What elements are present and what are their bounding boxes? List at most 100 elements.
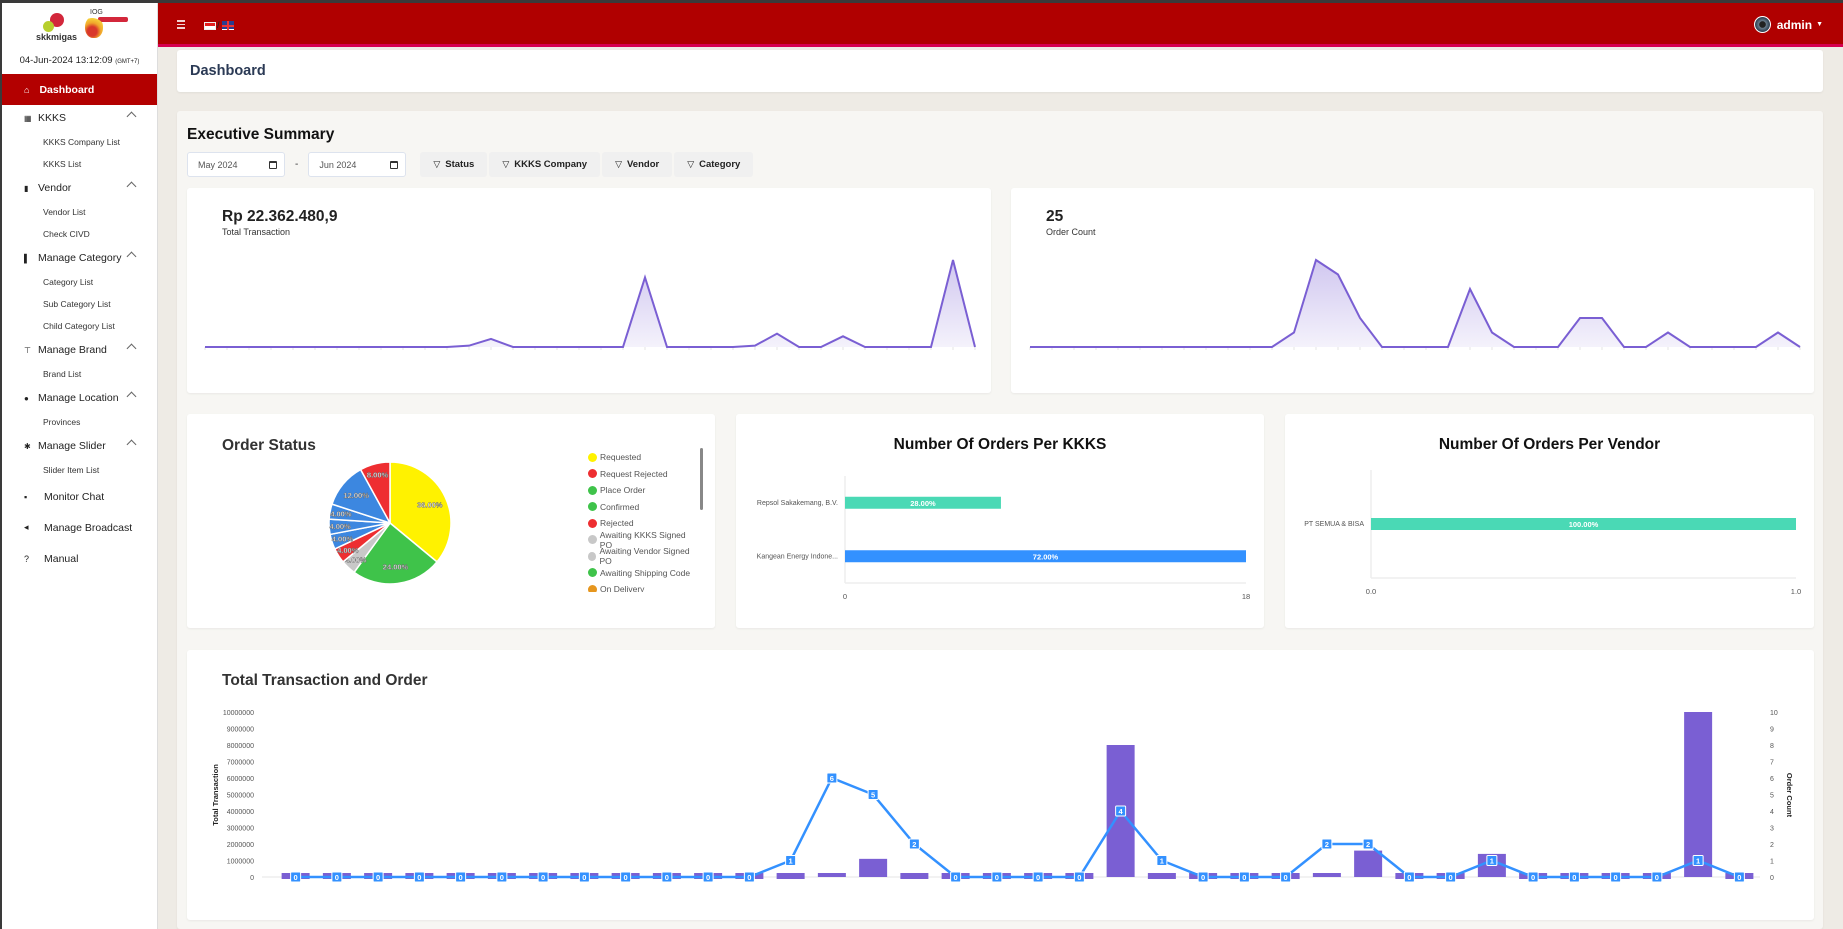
legend-item[interactable]: Awaiting Vendor Signed PO <box>588 546 698 567</box>
chevron-up-icon[interactable] <box>126 181 137 192</box>
user-menu[interactable]: admin ▼ <box>1753 16 1823 33</box>
pie-slice-label: 4.00% <box>329 522 351 531</box>
filter-label: Category <box>699 159 741 170</box>
sparkline-area <box>205 260 975 347</box>
pie-slice-label: 4.00% <box>330 510 352 519</box>
chevron-up-icon[interactable] <box>126 251 137 262</box>
legend-item[interactable]: Confirmed <box>588 499 698 516</box>
y-tick-label: 8000000 <box>227 743 254 750</box>
y-tick-label: 4000000 <box>227 809 254 816</box>
bar-label: 100.00% <box>1569 520 1599 529</box>
filter-category-button[interactable]: ▽ Category <box>674 152 754 177</box>
sidebar-item-label: Manual <box>44 552 79 565</box>
transaction-bar <box>817 873 846 877</box>
filter-icon: ▽ <box>502 159 510 169</box>
legend-label: Awaiting Vendor Signed PO <box>599 546 690 567</box>
chevron-up-icon[interactable] <box>126 111 137 122</box>
datetime-text: 04-Jun-2024 13:12:09 <box>19 55 113 66</box>
sidebar-item-manual[interactable]: ? Manual <box>2 543 157 574</box>
legend-swatch <box>588 584 597 592</box>
sidebar-item-monitor-chat[interactable]: ▪ Monitor Chat <box>2 481 157 512</box>
filter-label: Vendor <box>627 159 660 170</box>
filter-label: KKKS Company <box>514 159 588 170</box>
topbar: / admin ▼ <box>158 3 1843 47</box>
sidebar-item-slider-item-list[interactable]: Slider Item List <box>2 459 157 481</box>
legend-item[interactable]: Request Rejected <box>588 466 698 483</box>
y-tick-label: 6000000 <box>227 776 254 783</box>
pie-slice-label: 24.00% <box>383 563 409 572</box>
legend-item[interactable]: On Delivery <box>588 581 698 592</box>
filter-label: Status <box>445 159 475 170</box>
sidebar-group-kkks[interactable]: ▦ KKKS <box>2 105 157 131</box>
order-count-label: 2 <box>912 840 916 849</box>
bar-label: 72.00% <box>1033 552 1059 561</box>
legend-swatch <box>588 502 597 512</box>
y-tick-label: 10000000 <box>223 710 254 717</box>
date-to-input[interactable]: Jun 2024 <box>308 152 407 177</box>
menu-toggle-icon[interactable] <box>177 20 185 29</box>
sidebar-item-manage-broadcast[interactable]: ◂ Manage Broadcast <box>2 512 157 543</box>
legend-label: Place Order <box>600 485 646 496</box>
legend-swatch <box>588 518 597 528</box>
indonesian-flag-icon[interactable] <box>204 22 216 30</box>
sidebar-group-label: Manage Slider <box>38 440 106 452</box>
transaction-order-chart: 0100000020000003000000400000050000006000… <box>211 710 1794 883</box>
order-count-label: 0 <box>417 873 421 882</box>
sidebar-group-manage-category[interactable]: ▌ Manage Category <box>2 245 157 271</box>
filter-status-button[interactable]: ▽ Status <box>420 152 488 177</box>
sidebar-group-vendor[interactable]: ▮ Vendor <box>2 175 157 201</box>
order-count-label: 0 <box>1572 873 1576 882</box>
order-count-label: 0 <box>1449 873 1453 882</box>
pie-slice-label: 4.00% <box>332 534 354 543</box>
order-count-label: 0 <box>995 873 999 882</box>
chevron-up-icon[interactable] <box>126 343 137 354</box>
question-icon: ? <box>24 553 30 564</box>
sidebar-item-dashboard[interactable]: ⌂ Dashboard <box>2 74 157 105</box>
sidebar-item-vendor-list[interactable]: Vendor List <box>2 201 157 223</box>
legend-swatch <box>588 551 597 561</box>
sidebar-item-brand-list[interactable]: Brand List <box>2 363 157 385</box>
order-count-label: 0 <box>1531 873 1535 882</box>
y2-axis-label: Order Count <box>1785 773 1794 818</box>
legend-swatch <box>588 485 597 495</box>
calendar-icon[interactable] <box>269 160 277 169</box>
y-tick-label: 9000000 <box>227 727 254 734</box>
legend-scrollbar[interactable] <box>700 448 703 510</box>
total-transaction-label: Total Transaction <box>222 227 291 237</box>
legend-item[interactable]: Awaiting Shipping Code <box>588 565 698 582</box>
user-name: admin <box>1776 17 1813 32</box>
sidebar-item-kkks-list[interactable]: KKKS List <box>2 153 157 175</box>
sidebar-item-sub-category-list[interactable]: Sub Category List <box>2 293 157 315</box>
legend-label: Request Rejected <box>600 468 668 479</box>
sidebar-item-child-category-list[interactable]: Child Category List <box>2 315 157 337</box>
sidebar-group-manage-brand[interactable]: ⊤ Manage Brand <box>2 337 157 363</box>
page-title: Dashboard <box>190 63 266 79</box>
pie-slice-label: 8.00% <box>367 471 389 480</box>
transaction-bar <box>859 858 888 877</box>
sidebar-group-manage-location[interactable]: ● Manage Location <box>2 385 157 411</box>
legend-item[interactable]: Place Order <box>588 482 698 499</box>
sidebar-item-provinces[interactable]: Provinces <box>2 411 157 433</box>
total-transaction-sparkline <box>204 259 976 350</box>
transaction-bar <box>776 873 805 879</box>
date-from-input[interactable]: May 2024 <box>187 152 285 177</box>
chevron-up-icon[interactable] <box>126 391 137 402</box>
y-tick-label: 2000000 <box>227 842 254 849</box>
filter-vendor-button[interactable]: ▽ Vendor <box>602 152 673 177</box>
uk-flag-icon[interactable] <box>222 21 234 30</box>
sidebar-item-kkks-company-list[interactable]: KKKS Company List <box>2 131 157 153</box>
sidebar-group-manage-slider[interactable]: ✱ Manage Slider <box>2 433 157 459</box>
chevron-up-icon[interactable] <box>126 439 137 450</box>
logo[interactable]: skkmigas IOG <box>2 7 157 43</box>
order-count-label: 0 <box>1407 873 1411 882</box>
legend-item[interactable]: Requested <box>588 449 698 466</box>
legend-swatch <box>588 535 597 545</box>
order-count-label: Order Count <box>1046 227 1096 237</box>
sidebar-item-category-list[interactable]: Category List <box>2 271 157 293</box>
filter-kkks-company-button[interactable]: ▽ KKKS Company <box>489 152 601 177</box>
sidebar-item-check-civd[interactable]: Check CIVD <box>2 223 157 245</box>
category-label: Repsol Sakakemang, B.V. <box>757 500 838 507</box>
calendar-icon[interactable] <box>390 160 399 169</box>
legend-label: Requested <box>600 452 642 463</box>
transaction-bar <box>1684 712 1713 877</box>
